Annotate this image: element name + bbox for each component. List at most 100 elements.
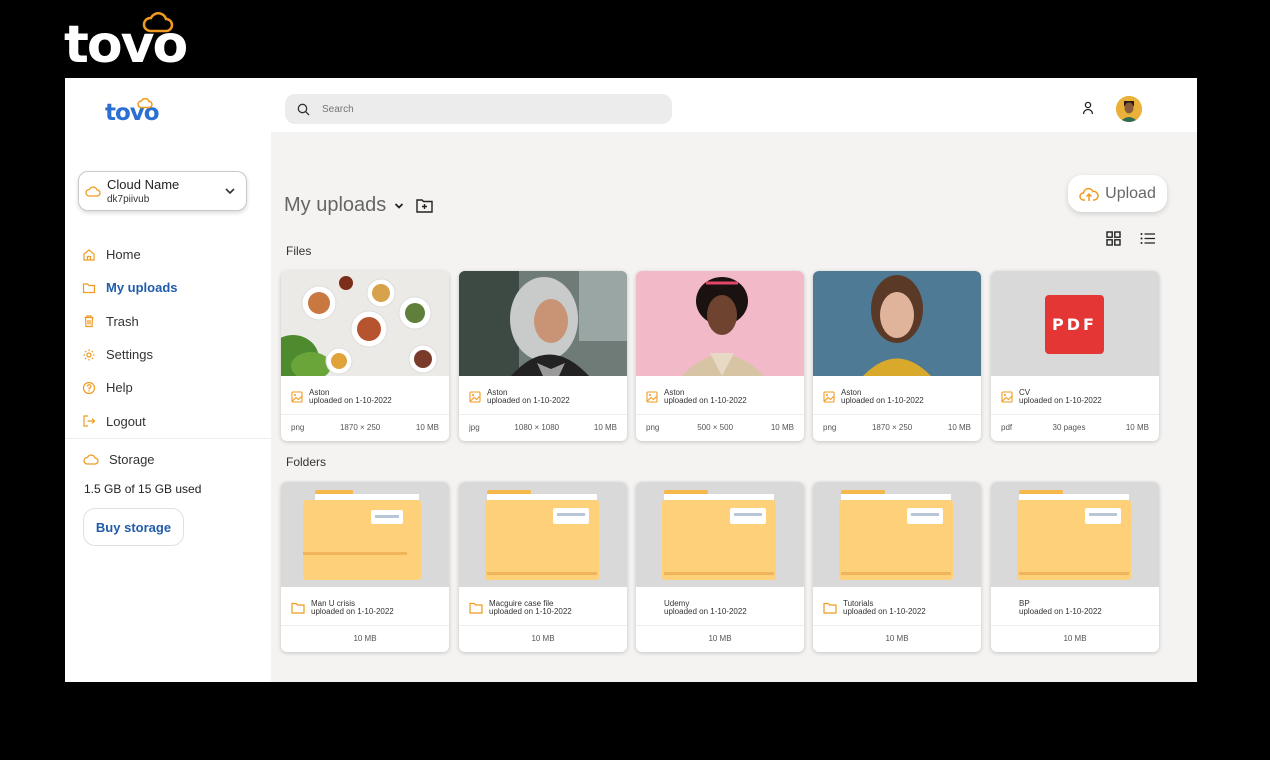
image-icon (823, 391, 835, 403)
folder-icon (823, 602, 837, 614)
sidebar-nav: Home My uploads Trash Settings Help Logo… (65, 238, 271, 438)
card-divider (636, 625, 804, 626)
sidebar-item-logout[interactable]: Logout (65, 404, 271, 437)
sidebar-item-label: Help (106, 380, 133, 396)
folder-uploaded-date: uploaded on 1-10-2022 (1019, 607, 1102, 616)
sidebar-item-trash[interactable]: Trash (65, 305, 271, 338)
file-card[interactable]: Aston uploaded on 1-10-2022 png 1870 × 2… (813, 271, 981, 441)
topbar (271, 78, 1197, 132)
file-uploaded-date: uploaded on 1-10-2022 (1019, 396, 1102, 405)
folder-size: 10 MB (353, 634, 377, 643)
sidebar-item-help[interactable]: Help (65, 371, 271, 404)
new-folder-icon[interactable] (416, 198, 433, 213)
folder-card[interactable]: Udemy uploaded on 1-10-2022 10 MB (636, 482, 804, 652)
user-icon[interactable] (1082, 101, 1094, 115)
upload-label: Upload (1105, 184, 1156, 202)
avatar[interactable] (1116, 96, 1142, 122)
file-pages: 30 pages (1052, 423, 1086, 432)
card-divider (459, 414, 627, 415)
folder-icon (82, 281, 96, 295)
file-card[interactable]: Aston uploaded on 1-10-2022 png 1870 × 2… (281, 271, 449, 441)
card-divider (991, 625, 1159, 626)
folder-card[interactable]: BP uploaded on 1-10-2022 10 MB (991, 482, 1159, 652)
trash-icon (82, 314, 96, 328)
folders-grid: Man U crisis uploaded on 1-10-2022 10 MB (281, 482, 1161, 652)
files-section-label: Files (286, 244, 312, 258)
app-window: tovo Cloud Name dk7piivub Home My upload… (65, 78, 1197, 682)
search-bar[interactable] (285, 94, 672, 124)
file-size: 10 MB (947, 423, 971, 432)
buy-storage-button[interactable]: Buy storage (83, 508, 184, 546)
file-card[interactable]: PDF CV uploaded on 1-10-2022 pdf 30 page… (991, 271, 1159, 441)
folders-section-label: Folders (286, 455, 327, 469)
pdf-icon: PDF (1045, 295, 1104, 354)
sidebar-item-home[interactable]: Home (65, 238, 271, 271)
file-details: png 1870 × 250 10 MB (823, 423, 971, 432)
search-input[interactable] (322, 103, 642, 115)
folder-card[interactable]: Man U crisis uploaded on 1-10-2022 10 MB (281, 482, 449, 652)
file-meta: CV uploaded on 1-10-2022 (1001, 389, 1102, 405)
card-divider (991, 414, 1159, 415)
file-meta: Aston uploaded on 1-10-2022 (469, 389, 570, 405)
image-icon (291, 391, 303, 403)
folder-thumbnail (459, 482, 627, 587)
sidebar-item-label: Trash (106, 313, 139, 329)
folder-meta: Macguire case file uploaded on 1-10-2022 (469, 600, 572, 616)
folder-uploaded-date: uploaded on 1-10-2022 (843, 607, 926, 616)
sidebar-item-my-uploads[interactable]: My uploads (65, 271, 271, 304)
card-divider (813, 625, 981, 626)
main-content: My uploads Upload Files Aston uploaded o… (271, 132, 1197, 682)
image-icon (646, 391, 658, 403)
card-divider (459, 625, 627, 626)
file-size: 10 MB (770, 423, 794, 432)
app-logo[interactable]: tovo (105, 98, 165, 130)
file-type: png (646, 423, 660, 432)
folder-meta: Tutorials uploaded on 1-10-2022 (823, 600, 926, 616)
file-uploaded-date: uploaded on 1-10-2022 (664, 396, 747, 405)
sidebar-item-settings[interactable]: Settings (65, 338, 271, 371)
cloud-selector[interactable]: Cloud Name dk7piivub (78, 171, 247, 211)
files-grid: Aston uploaded on 1-10-2022 png 1870 × 2… (281, 271, 1161, 441)
folder-uploaded-date: uploaded on 1-10-2022 (489, 607, 572, 616)
folder-thumbnail (636, 482, 804, 587)
cloud-icon (85, 186, 101, 197)
card-divider (281, 414, 449, 415)
sidebar: tovo Cloud Name dk7piivub Home My upload… (65, 78, 271, 682)
file-details: png 1870 × 250 10 MB (291, 423, 439, 432)
file-dimensions: 1870 × 250 (339, 423, 381, 432)
list-view-icon[interactable] (1140, 232, 1156, 245)
storage-label: Storage (109, 452, 155, 467)
cloud-icon (83, 454, 99, 465)
file-thumbnail-portrait (636, 271, 804, 376)
brand-logo: tovo (64, 12, 188, 72)
file-thumbnail-pdf: PDF (991, 271, 1159, 376)
gear-icon (82, 348, 96, 362)
sidebar-item-label: Logout (106, 413, 146, 429)
card-divider (813, 414, 981, 415)
folder-thumbnail (991, 482, 1159, 587)
file-thumbnail-food (281, 271, 449, 376)
cloud-name: Cloud Name (107, 177, 180, 192)
upload-button[interactable]: Upload (1068, 175, 1167, 212)
search-icon (297, 103, 310, 115)
cloud-logo-icon (142, 12, 174, 33)
grid-view-icon[interactable] (1106, 231, 1121, 246)
help-icon (82, 381, 96, 395)
folder-thumbnail (813, 482, 981, 587)
folder-card[interactable]: Tutorials uploaded on 1-10-2022 10 MB (813, 482, 981, 652)
file-dimensions: 1080 × 1080 (514, 423, 560, 432)
file-card[interactable]: Aston uploaded on 1-10-2022 jpg 1080 × 1… (459, 271, 627, 441)
chevron-down-icon[interactable] (394, 202, 404, 210)
page-title[interactable]: My uploads (284, 194, 386, 217)
folder-card[interactable]: Macguire case file uploaded on 1-10-2022… (459, 482, 627, 652)
file-uploaded-date: uploaded on 1-10-2022 (487, 396, 570, 405)
storage-section: Storage (83, 452, 155, 467)
file-size: 10 MB (593, 423, 617, 432)
chevron-down-icon (225, 188, 235, 195)
image-icon (469, 391, 481, 403)
sidebar-item-label: My uploads (106, 280, 178, 296)
file-meta: Aston uploaded on 1-10-2022 (291, 389, 392, 405)
file-card[interactable]: Aston uploaded on 1-10-2022 png 500 × 50… (636, 271, 804, 441)
file-details: pdf 30 pages 10 MB (1001, 423, 1149, 432)
folder-uploaded-date: uploaded on 1-10-2022 (311, 607, 394, 616)
